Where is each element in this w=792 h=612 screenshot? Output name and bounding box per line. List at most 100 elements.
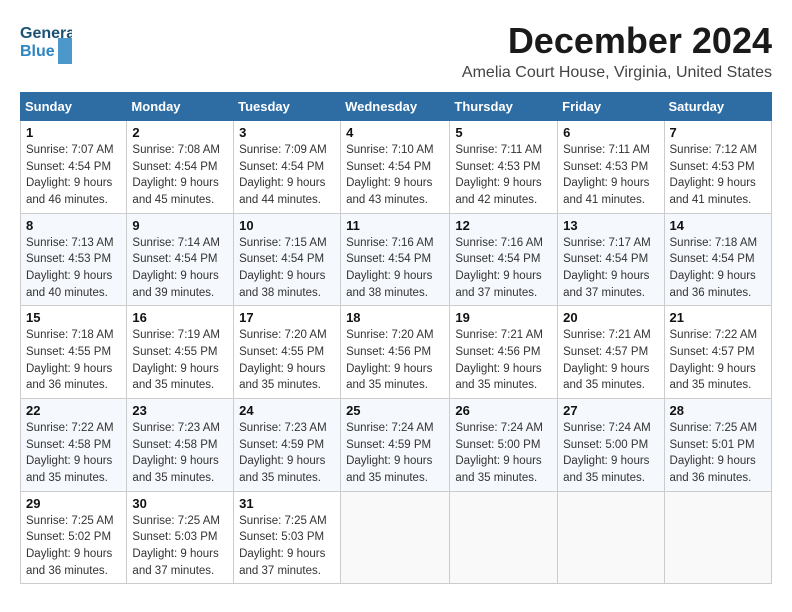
day-number: 12	[455, 218, 552, 233]
svg-text:Blue: Blue	[20, 43, 55, 60]
day-info: Sunrise: 7:10 AM Sunset: 4:54 PM Dayligh…	[346, 142, 444, 209]
week-row-4: 22 Sunrise: 7:22 AM Sunset: 4:58 PM Dayl…	[21, 399, 772, 492]
calendar-cell: 27 Sunrise: 7:24 AM Sunset: 5:00 PM Dayl…	[558, 399, 664, 492]
title-area: December 2024 Amelia Court House, Virgin…	[462, 20, 772, 82]
day-info: Sunrise: 7:22 AM Sunset: 4:57 PM Dayligh…	[670, 327, 766, 394]
day-info: Sunrise: 7:16 AM Sunset: 4:54 PM Dayligh…	[455, 235, 552, 302]
day-number: 5	[455, 125, 552, 140]
day-info: Sunrise: 7:22 AM Sunset: 4:58 PM Dayligh…	[26, 420, 121, 487]
calendar-cell	[664, 491, 771, 584]
day-number: 19	[455, 310, 552, 325]
day-number: 31	[239, 496, 335, 511]
day-info: Sunrise: 7:19 AM Sunset: 4:55 PM Dayligh…	[132, 327, 228, 394]
day-number: 30	[132, 496, 228, 511]
calendar-cell	[558, 491, 664, 584]
weekday-header-wednesday: Wednesday	[341, 93, 450, 121]
calendar-cell: 3 Sunrise: 7:09 AM Sunset: 4:54 PM Dayli…	[234, 121, 341, 214]
weekday-header-row: SundayMondayTuesdayWednesdayThursdayFrid…	[21, 93, 772, 121]
day-info: Sunrise: 7:14 AM Sunset: 4:54 PM Dayligh…	[132, 235, 228, 302]
day-number: 10	[239, 218, 335, 233]
day-info: Sunrise: 7:18 AM Sunset: 4:55 PM Dayligh…	[26, 327, 121, 394]
day-info: Sunrise: 7:25 AM Sunset: 5:03 PM Dayligh…	[132, 513, 228, 580]
calendar-cell: 12 Sunrise: 7:16 AM Sunset: 4:54 PM Dayl…	[450, 213, 558, 306]
day-info: Sunrise: 7:15 AM Sunset: 4:54 PM Dayligh…	[239, 235, 335, 302]
day-info: Sunrise: 7:20 AM Sunset: 4:55 PM Dayligh…	[239, 327, 335, 394]
calendar-cell: 19 Sunrise: 7:21 AM Sunset: 4:56 PM Dayl…	[450, 306, 558, 399]
calendar-cell: 9 Sunrise: 7:14 AM Sunset: 4:54 PM Dayli…	[127, 213, 234, 306]
calendar-cell: 15 Sunrise: 7:18 AM Sunset: 4:55 PM Dayl…	[21, 306, 127, 399]
location-title: Amelia Court House, Virginia, United Sta…	[462, 64, 772, 82]
day-info: Sunrise: 7:20 AM Sunset: 4:56 PM Dayligh…	[346, 327, 444, 394]
weekday-header-monday: Monday	[127, 93, 234, 121]
calendar-cell: 14 Sunrise: 7:18 AM Sunset: 4:54 PM Dayl…	[664, 213, 771, 306]
month-title: December 2024	[462, 20, 772, 62]
calendar-cell: 10 Sunrise: 7:15 AM Sunset: 4:54 PM Dayl…	[234, 213, 341, 306]
week-row-3: 15 Sunrise: 7:18 AM Sunset: 4:55 PM Dayl…	[21, 306, 772, 399]
page-header: General Blue December 2024 Amelia Court …	[20, 20, 772, 82]
day-number: 9	[132, 218, 228, 233]
week-row-2: 8 Sunrise: 7:13 AM Sunset: 4:53 PM Dayli…	[21, 213, 772, 306]
day-number: 1	[26, 125, 121, 140]
day-number: 22	[26, 403, 121, 418]
day-number: 11	[346, 218, 444, 233]
calendar-cell: 23 Sunrise: 7:23 AM Sunset: 4:58 PM Dayl…	[127, 399, 234, 492]
day-number: 2	[132, 125, 228, 140]
calendar-cell	[450, 491, 558, 584]
day-info: Sunrise: 7:07 AM Sunset: 4:54 PM Dayligh…	[26, 142, 121, 209]
day-number: 14	[670, 218, 766, 233]
calendar-table: SundayMondayTuesdayWednesdayThursdayFrid…	[20, 92, 772, 584]
calendar-cell: 24 Sunrise: 7:23 AM Sunset: 4:59 PM Dayl…	[234, 399, 341, 492]
day-number: 8	[26, 218, 121, 233]
day-number: 28	[670, 403, 766, 418]
weekday-header-friday: Friday	[558, 93, 664, 121]
calendar-cell	[341, 491, 450, 584]
calendar-cell: 22 Sunrise: 7:22 AM Sunset: 4:58 PM Dayl…	[21, 399, 127, 492]
calendar-cell: 31 Sunrise: 7:25 AM Sunset: 5:03 PM Dayl…	[234, 491, 341, 584]
day-info: Sunrise: 7:24 AM Sunset: 5:00 PM Dayligh…	[455, 420, 552, 487]
day-number: 25	[346, 403, 444, 418]
day-info: Sunrise: 7:21 AM Sunset: 4:56 PM Dayligh…	[455, 327, 552, 394]
calendar-cell: 4 Sunrise: 7:10 AM Sunset: 4:54 PM Dayli…	[341, 121, 450, 214]
day-info: Sunrise: 7:25 AM Sunset: 5:03 PM Dayligh…	[239, 513, 335, 580]
weekday-header-saturday: Saturday	[664, 93, 771, 121]
day-info: Sunrise: 7:08 AM Sunset: 4:54 PM Dayligh…	[132, 142, 228, 209]
day-number: 4	[346, 125, 444, 140]
calendar-cell: 5 Sunrise: 7:11 AM Sunset: 4:53 PM Dayli…	[450, 121, 558, 214]
day-info: Sunrise: 7:17 AM Sunset: 4:54 PM Dayligh…	[563, 235, 658, 302]
calendar-cell: 16 Sunrise: 7:19 AM Sunset: 4:55 PM Dayl…	[127, 306, 234, 399]
calendar-cell: 29 Sunrise: 7:25 AM Sunset: 5:02 PM Dayl…	[21, 491, 127, 584]
day-info: Sunrise: 7:13 AM Sunset: 4:53 PM Dayligh…	[26, 235, 121, 302]
day-number: 13	[563, 218, 658, 233]
weekday-header-tuesday: Tuesday	[234, 93, 341, 121]
day-number: 16	[132, 310, 228, 325]
day-number: 7	[670, 125, 766, 140]
day-number: 20	[563, 310, 658, 325]
day-info: Sunrise: 7:23 AM Sunset: 4:58 PM Dayligh…	[132, 420, 228, 487]
day-info: Sunrise: 7:11 AM Sunset: 4:53 PM Dayligh…	[455, 142, 552, 209]
day-info: Sunrise: 7:24 AM Sunset: 4:59 PM Dayligh…	[346, 420, 444, 487]
week-row-5: 29 Sunrise: 7:25 AM Sunset: 5:02 PM Dayl…	[21, 491, 772, 584]
day-info: Sunrise: 7:09 AM Sunset: 4:54 PM Dayligh…	[239, 142, 335, 209]
day-info: Sunrise: 7:11 AM Sunset: 4:53 PM Dayligh…	[563, 142, 658, 209]
day-info: Sunrise: 7:23 AM Sunset: 4:59 PM Dayligh…	[239, 420, 335, 487]
day-number: 29	[26, 496, 121, 511]
day-number: 6	[563, 125, 658, 140]
calendar-cell: 13 Sunrise: 7:17 AM Sunset: 4:54 PM Dayl…	[558, 213, 664, 306]
calendar-cell: 20 Sunrise: 7:21 AM Sunset: 4:57 PM Dayl…	[558, 306, 664, 399]
day-number: 21	[670, 310, 766, 325]
calendar-cell: 25 Sunrise: 7:24 AM Sunset: 4:59 PM Dayl…	[341, 399, 450, 492]
logo: General Blue	[20, 20, 72, 64]
weekday-header-thursday: Thursday	[450, 93, 558, 121]
calendar-cell: 2 Sunrise: 7:08 AM Sunset: 4:54 PM Dayli…	[127, 121, 234, 214]
day-info: Sunrise: 7:12 AM Sunset: 4:53 PM Dayligh…	[670, 142, 766, 209]
day-info: Sunrise: 7:25 AM Sunset: 5:02 PM Dayligh…	[26, 513, 121, 580]
day-info: Sunrise: 7:24 AM Sunset: 5:00 PM Dayligh…	[563, 420, 658, 487]
day-number: 23	[132, 403, 228, 418]
calendar-cell: 6 Sunrise: 7:11 AM Sunset: 4:53 PM Dayli…	[558, 121, 664, 214]
day-number: 17	[239, 310, 335, 325]
calendar-cell: 30 Sunrise: 7:25 AM Sunset: 5:03 PM Dayl…	[127, 491, 234, 584]
day-number: 26	[455, 403, 552, 418]
day-number: 18	[346, 310, 444, 325]
day-info: Sunrise: 7:16 AM Sunset: 4:54 PM Dayligh…	[346, 235, 444, 302]
calendar-cell: 7 Sunrise: 7:12 AM Sunset: 4:53 PM Dayli…	[664, 121, 771, 214]
